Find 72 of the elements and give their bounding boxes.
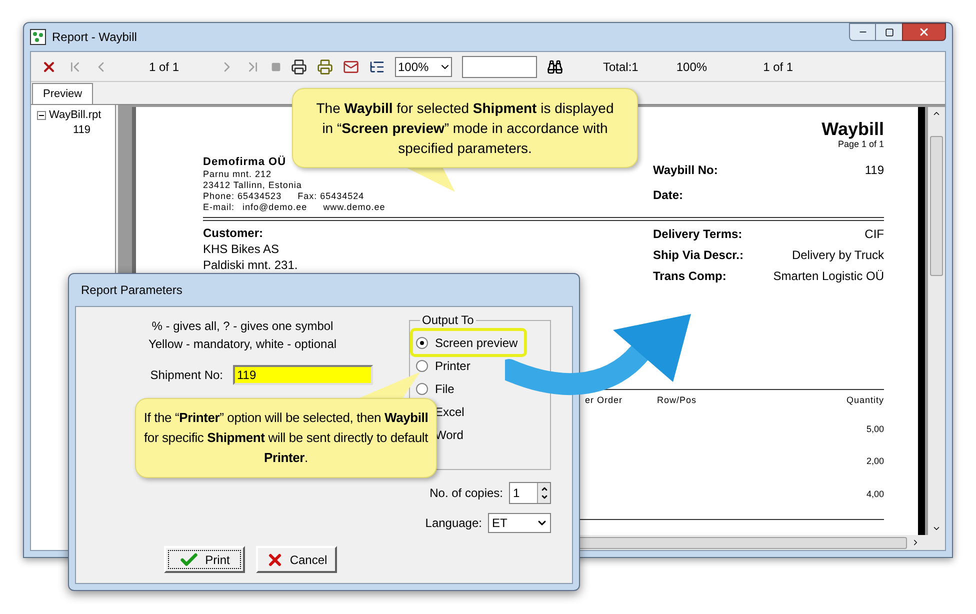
email-text: info@demo.ee (242, 202, 308, 213)
scroll-down-icon[interactable] (932, 524, 941, 533)
maximize-button[interactable] (876, 23, 902, 41)
cancel-button[interactable]: Cancel (256, 546, 337, 573)
page-indicator: 1 of 1 (148, 58, 180, 76)
radio-button[interactable] (416, 336, 428, 348)
callout-text: The Waybill for selected Shipment is displayed in “Screen preview” mode in accordance with specified parameters. (315, 99, 615, 158)
fax-text: Fax: 65434524 (298, 191, 364, 202)
tree-item[interactable]: WayBill.rpt (49, 107, 102, 124)
field-label: Date: (653, 187, 684, 204)
window-title: Report - Waybill (52, 29, 137, 46)
company-name: Demofirma OÜ (203, 156, 288, 169)
customer-label: Customer: (203, 225, 264, 241)
field-label: No. of copies: (430, 485, 503, 502)
field-value: Smarten Logistic OÜ (773, 268, 884, 285)
total-count: Total:1 (603, 58, 638, 76)
address-line: 23412 Tallinn, Estonia (203, 180, 303, 191)
option-label: Screen preview (435, 334, 518, 352)
field-value: CIF (864, 226, 884, 243)
scroll-right-icon[interactable] (911, 538, 920, 547)
customer-line: Paldiski mnt. 231. (203, 257, 298, 273)
table-cell-text: 2,00 (866, 455, 884, 468)
address-line: Parnu mnt. 212 (203, 169, 273, 180)
page-number: Page 1 of 1 (838, 139, 884, 150)
shipment-field[interactable]: 119 (233, 365, 373, 385)
website-text: www.demo.ee (323, 202, 386, 213)
column-header: Quantity (846, 394, 884, 407)
callout-text: If the “Printer” option will be selected, then Waybill for specific Shipment will be sent directly to default Printer. (142, 409, 430, 467)
column-header: er Order (585, 394, 624, 407)
option-label: File (435, 380, 454, 398)
search-field[interactable] (462, 56, 537, 78)
radio-button[interactable] (416, 360, 428, 372)
print-button[interactable]: Print (164, 546, 245, 573)
table-cell-text: 4,00 (866, 488, 884, 500)
group-label: Output To (420, 313, 476, 327)
maximize-icon (884, 28, 894, 36)
print-icon[interactable] (291, 58, 307, 74)
page-readout: 1 of 1 (763, 58, 794, 76)
copies-spinner[interactable]: 1 (509, 482, 551, 504)
email-label: E-mail: (203, 202, 235, 213)
field-value: 119 (864, 162, 884, 179)
field-label: Trans Comp: (653, 268, 726, 285)
radio-button[interactable] (416, 382, 428, 394)
report-title: Waybill (822, 119, 884, 139)
close-button[interactable] (902, 23, 946, 41)
phone-text: Phone: 65434523 (203, 191, 282, 202)
column-header: Row/Pos (657, 394, 697, 407)
field-label: Language: (425, 515, 482, 532)
field-value: Delivery by Truck (792, 247, 884, 264)
collapse-icon[interactable] (37, 111, 46, 120)
field-label: Ship Via Descr.: (653, 247, 744, 264)
zoom-readout: 100% (676, 58, 708, 76)
printer-setup-icon[interactable] (317, 58, 333, 74)
tab[interactable]: Preview (32, 83, 94, 104)
language-select[interactable]: ET (488, 513, 551, 533)
vertical-scrollbar[interactable] (928, 107, 945, 535)
tree-icon[interactable] (369, 58, 385, 74)
search-icon[interactable] (547, 58, 563, 74)
close-icon (918, 26, 930, 38)
dialog-title: Report Parameters (81, 282, 182, 299)
table-cell-text: 5,00 (866, 422, 884, 436)
field-label: Waybill No: (653, 162, 718, 179)
customer-line: KHS Bikes AS (203, 241, 280, 257)
app-icon (30, 29, 46, 45)
field-label: Shipment No: (149, 367, 224, 384)
tree-item[interactable]: 119 (73, 122, 91, 139)
hint-text: % - gives all, ? - gives one symbol (150, 318, 334, 335)
zoom-select[interactable]: 100% (395, 56, 452, 76)
field-label: Delivery Terms: (653, 226, 742, 243)
scroll-up-icon[interactable] (932, 109, 941, 118)
hint-text: Yellow - mandatory, white - optional (147, 336, 338, 353)
option-label: Printer (435, 358, 470, 374)
